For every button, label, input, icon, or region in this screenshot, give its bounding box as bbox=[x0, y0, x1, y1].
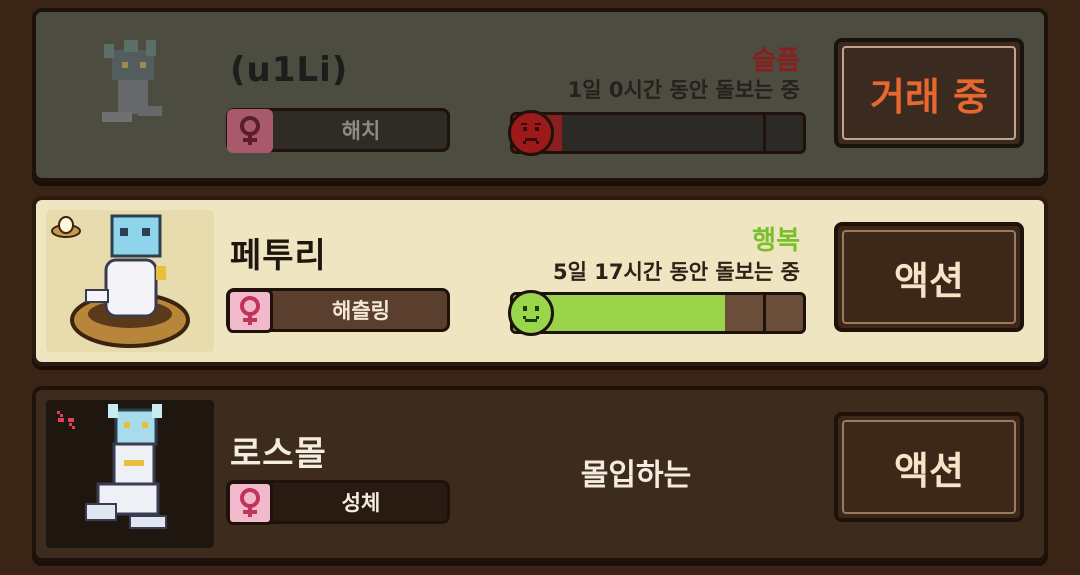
dragon-sprite-icon bbox=[102, 40, 162, 122]
pet-stage-label: 성체 bbox=[341, 491, 381, 515]
egg-nest-icon bbox=[50, 216, 82, 242]
happy-face-icon bbox=[508, 290, 554, 336]
pet-card-trading[interactable]: (u1Li) 해치 슬픔 1일 0시간 동안 돌보는 중 거래 중 bbox=[32, 8, 1048, 182]
trading-button-label: 거래 중 bbox=[869, 74, 989, 119]
action-button[interactable]: 액션 bbox=[834, 222, 1024, 332]
pet-stage-label: 해치 bbox=[341, 119, 381, 143]
pet-card[interactable]: 로스몰 성체 몰입하는 액션 bbox=[32, 386, 1048, 562]
mood-bar bbox=[510, 292, 806, 334]
pet-name: 페투리 bbox=[230, 236, 327, 276]
care-duration: 5일 17시간 동안 돌보는 중 bbox=[553, 260, 800, 284]
sad-face-icon bbox=[508, 110, 554, 156]
pet-stage-badge: 해치 bbox=[226, 108, 450, 153]
pet-name: 로스몰 bbox=[230, 434, 327, 474]
action-button-label: 액션 bbox=[894, 448, 964, 493]
mood-bar bbox=[510, 112, 806, 154]
pet-name: (u1Li) bbox=[230, 50, 349, 90]
care-duration: 1일 0시간 동안 돌보는 중 bbox=[567, 78, 800, 102]
crossed-link-icon bbox=[54, 408, 78, 436]
pet-stage-badge: 성체 bbox=[226, 480, 450, 525]
female-icon bbox=[227, 109, 273, 153]
action-button[interactable]: 액션 bbox=[834, 412, 1024, 522]
mood-label: 슬픔 bbox=[752, 46, 800, 76]
trading-button[interactable]: 거래 중 bbox=[834, 38, 1024, 148]
pet-card-selected[interactable]: 페투리 해츨링 행복 5일 17시간 동안 돌보는 중 액션 bbox=[32, 196, 1048, 366]
female-icon bbox=[227, 289, 273, 333]
pet-status: 몰입하는 bbox=[580, 458, 692, 493]
female-icon bbox=[227, 481, 273, 525]
pet-stage-badge: 해츨링 bbox=[226, 288, 450, 333]
mood-label: 행복 bbox=[752, 226, 800, 256]
pet-stage-label: 해츨링 bbox=[332, 299, 390, 323]
action-button-label: 액션 bbox=[894, 258, 964, 303]
pet-portrait bbox=[46, 22, 214, 168]
